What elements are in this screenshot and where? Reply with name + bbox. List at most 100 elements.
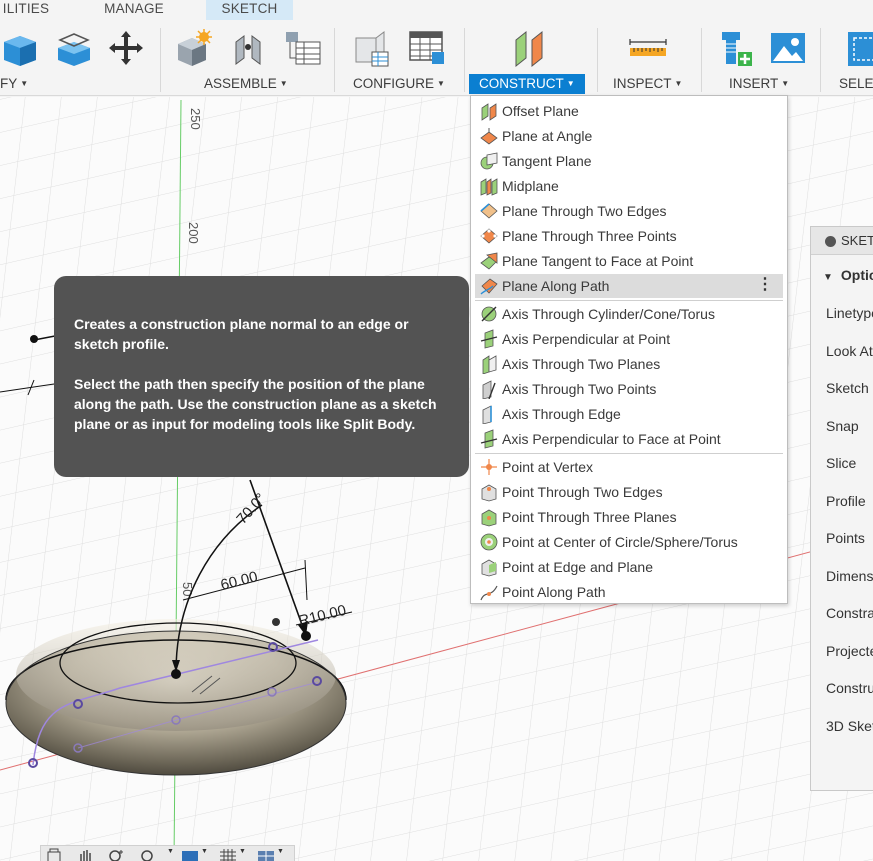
menu-separator — [475, 300, 783, 301]
menu-item-point-at-edge-and-plane[interactable]: Point at Edge and Plane — [475, 555, 783, 579]
menu-item-label: Point Through Three Planes — [502, 509, 677, 525]
menu-item-tangent-plane[interactable]: Tangent Plane — [475, 149, 783, 173]
menu-item-midplane[interactable]: Midplane — [475, 174, 783, 198]
zoom-window-icon[interactable] — [139, 848, 157, 861]
move-icon[interactable] — [104, 24, 148, 72]
sketch-point[interactable] — [272, 618, 280, 626]
palette-header[interactable]: SKET — [811, 227, 873, 255]
group-inspect-label[interactable]: INSPECT ▼ — [613, 74, 682, 94]
palette-row-dimensions[interactable]: Dimens — [826, 568, 873, 584]
group-select-label[interactable]: SELE — [839, 74, 873, 94]
menu-item-point-through-two-edges[interactable]: Point Through Two Edges — [475, 480, 783, 504]
palette-row-projected[interactable]: Projecte — [826, 643, 873, 659]
collapse-icon[interactable] — [825, 236, 836, 247]
palette-row-constraints[interactable]: Constra — [826, 605, 873, 621]
pan-hand-icon[interactable] — [77, 848, 95, 861]
menu-item-axis-through-edge[interactable]: Axis Through Edge — [475, 402, 783, 426]
menu-item-label: Axis Through Two Points — [502, 381, 657, 397]
menu-item-plane-through-two-edges[interactable]: Plane Through Two Edges — [475, 199, 783, 223]
tab-manage[interactable]: MANAGE — [92, 0, 176, 20]
orbit-icon[interactable] — [45, 848, 63, 861]
menu-item-axis-through-two-planes[interactable]: Axis Through Two Planes — [475, 352, 783, 376]
new-component-icon[interactable] — [170, 24, 214, 72]
palette-title: SKET — [841, 233, 873, 248]
measure-icon[interactable] — [626, 24, 670, 72]
axis-label-200: 200 — [186, 222, 201, 244]
menu-item-label: Axis Through Edge — [502, 406, 621, 422]
palette-row-3d-sketch[interactable]: 3D Sket — [826, 718, 873, 734]
viewports-icon[interactable] — [257, 848, 275, 861]
group-modify-label[interactable]: FY ▼ — [0, 74, 28, 94]
plane-three-points-icon — [480, 228, 498, 244]
palette-options-section[interactable]: ▼ Optic — [823, 267, 873, 283]
menu-item-plane-along-path[interactable]: Plane Along Path ⋮ — [475, 274, 783, 298]
menu-item-axis-perpendicular-at-point[interactable]: Axis Perpendicular at Point — [475, 327, 783, 351]
menu-item-offset-plane[interactable]: Offset Plane — [475, 99, 783, 123]
menu-item-axis-through-two-points[interactable]: Axis Through Two Points — [475, 377, 783, 401]
workspace-tabbar: ILITIES MANAGE SKETCH — [0, 0, 873, 20]
menu-item-point-at-center-of-circle-sphere-torus[interactable]: Point at Center of Circle/Sphere/Torus — [475, 530, 783, 554]
palette-row-sketch-grid[interactable]: Sketch — [826, 380, 869, 396]
palette-row-linetype[interactable]: Linetype — [826, 305, 873, 321]
axis-label-250: 250 — [188, 108, 203, 130]
axis-two-planes-icon — [482, 355, 497, 374]
menu-item-label: Axis Through Cylinder/Cone/Torus — [502, 306, 715, 322]
more-options-icon[interactable]: ⋮ — [757, 276, 773, 294]
separator — [701, 28, 702, 92]
menu-separator — [475, 453, 783, 454]
tab-utilities[interactable]: ILITIES — [0, 0, 52, 20]
palette-row-construction[interactable]: Constru — [826, 680, 873, 696]
menu-item-label: Plane Through Two Edges — [502, 203, 667, 219]
menu-item-label: Plane Along Path — [502, 278, 610, 294]
palette-row-profile[interactable]: Profile — [826, 493, 866, 509]
group-configure-label[interactable]: CONFIGURE ▼ — [353, 74, 445, 94]
zoom-icon[interactable] — [107, 848, 125, 861]
palette-row-snap[interactable]: Snap — [826, 418, 859, 434]
tab-sketch[interactable]: SKETCH — [206, 0, 293, 20]
menu-item-label: Point at Vertex — [502, 459, 594, 475]
axis-perp-point-icon — [480, 329, 498, 349]
insert-derive-icon[interactable] — [712, 24, 756, 72]
insert-image-icon[interactable] — [766, 24, 810, 72]
menu-item-label: Point Along Path — [502, 584, 606, 600]
extrude-icon[interactable] — [50, 24, 94, 72]
offset-plane-icon[interactable] — [508, 24, 552, 72]
menu-item-point-through-three-planes[interactable]: Point Through Three Planes — [475, 505, 783, 529]
chevron-down-icon[interactable]: ▼ — [277, 848, 284, 855]
group-construct-label[interactable]: CONSTRUCT ▼ — [469, 74, 585, 94]
chevron-down-icon[interactable]: ▼ — [201, 848, 208, 855]
grid-settings-icon[interactable] — [219, 848, 237, 861]
menu-item-plane-through-three-points[interactable]: Plane Through Three Points — [475, 224, 783, 248]
joint-icon[interactable] — [226, 24, 270, 72]
select-icon[interactable] — [840, 24, 873, 72]
chevron-down-icon[interactable]: ▼ — [239, 848, 246, 855]
config-table-icon[interactable] — [404, 24, 448, 72]
group-insert-label[interactable]: INSERT ▼ — [729, 74, 789, 94]
tangent-plane-icon — [480, 152, 498, 170]
config-cube-icon[interactable] — [348, 24, 392, 72]
menu-item-label: Offset Plane — [502, 103, 579, 119]
menu-item-point-at-vertex[interactable]: Point at Vertex — [475, 455, 783, 479]
menu-item-plane-at-angle[interactable]: Plane at Angle — [475, 124, 783, 148]
separator — [464, 28, 465, 92]
triangle-down-icon: ▼ — [823, 272, 833, 283]
display-settings-icon[interactable] — [181, 848, 199, 861]
point-center-icon — [480, 533, 498, 551]
chevron-down-icon[interactable]: ▼ — [167, 848, 174, 855]
menu-item-axis-perpendicular-to-face-at-point[interactable]: Axis Perpendicular to Face at Point — [475, 427, 783, 451]
menu-item-point-along-path[interactable]: Point Along Path — [475, 580, 783, 604]
group-assemble-label[interactable]: ASSEMBLE ▼ — [204, 74, 288, 94]
table-icon[interactable] — [280, 24, 324, 72]
menu-item-plane-tangent-to-face-at-point[interactable]: Plane Tangent to Face at Point — [475, 249, 783, 273]
point-along-path-icon — [480, 585, 498, 601]
menu-item-axis-through-cylinder-cone-torus[interactable]: Axis Through Cylinder/Cone/Torus — [475, 302, 783, 326]
axis-edge-icon — [482, 405, 492, 424]
sketch-point[interactable] — [30, 335, 38, 343]
menu-item-label: Axis Perpendicular to Face at Point — [502, 431, 721, 447]
menu-item-label: Point Through Two Edges — [502, 484, 663, 500]
palette-row-slice[interactable]: Slice — [826, 455, 856, 471]
palette-row-points[interactable]: Points — [826, 530, 865, 546]
palette-row-look-at[interactable]: Look At — [826, 343, 873, 359]
sketch-point[interactable] — [301, 631, 311, 641]
box-icon[interactable] — [0, 24, 40, 72]
